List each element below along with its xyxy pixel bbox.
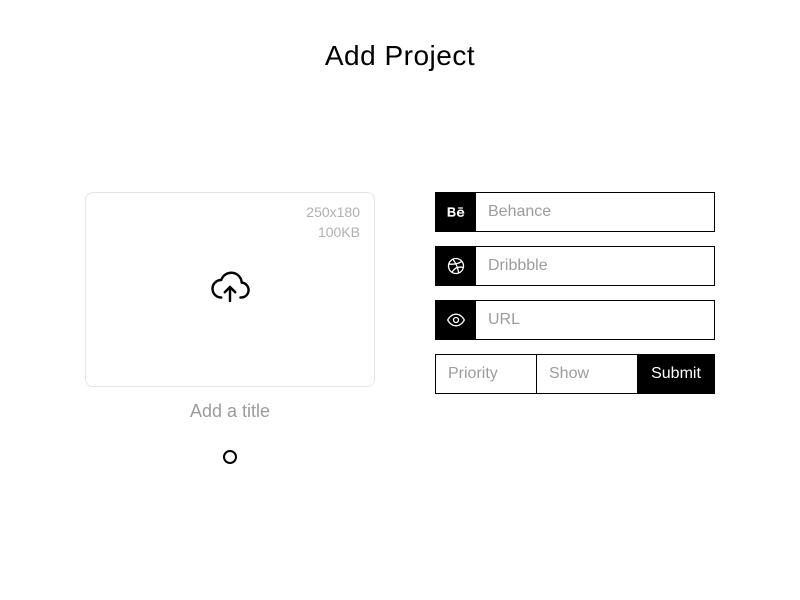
behance-field: [435, 192, 715, 232]
form-container: 250x180 100KB Add a title: [0, 192, 800, 464]
eye-icon: [436, 301, 476, 339]
dribbble-input[interactable]: [476, 247, 714, 285]
show-input[interactable]: [537, 355, 638, 393]
image-upload-dropzone[interactable]: 250x180 100KB: [85, 192, 375, 387]
submit-button[interactable]: Submit: [638, 355, 714, 393]
page-title: Add Project: [0, 0, 800, 72]
behance-input[interactable]: [476, 193, 714, 231]
link-fields-column: Submit: [435, 192, 715, 394]
cloud-upload-icon: [209, 266, 251, 313]
upload-meta: 250x180 100KB: [306, 203, 360, 242]
priority-input[interactable]: [436, 355, 537, 393]
upload-size-hint: 100KB: [306, 223, 360, 243]
upload-dimensions-hint: 250x180: [306, 203, 360, 223]
bottom-row: Submit: [435, 354, 715, 394]
pagination-dot[interactable]: [223, 450, 237, 464]
behance-icon: [436, 193, 476, 231]
url-field: [435, 300, 715, 340]
upload-column: 250x180 100KB Add a title: [85, 192, 375, 464]
title-input[interactable]: Add a title: [190, 401, 270, 422]
dribbble-icon: [436, 247, 476, 285]
dribbble-field: [435, 246, 715, 286]
url-input[interactable]: [476, 301, 714, 339]
